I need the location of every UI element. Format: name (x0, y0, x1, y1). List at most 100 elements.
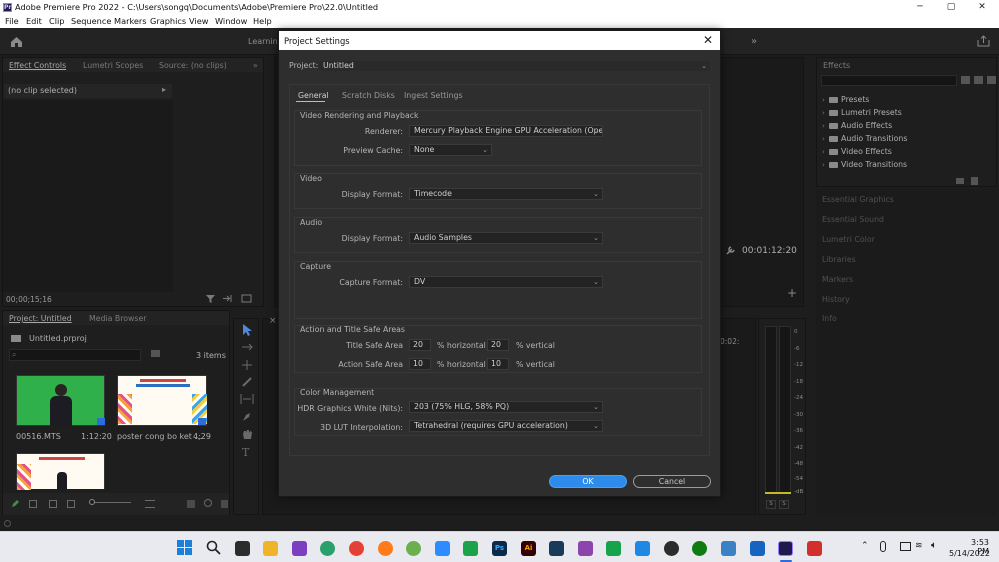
app-icon-violet[interactable] (578, 541, 593, 556)
tab-media-browser[interactable]: Media Browser (89, 314, 147, 323)
display-icon[interactable] (900, 542, 911, 551)
menu-edit[interactable]: Edit (26, 16, 42, 26)
tab-lumetri-scopes[interactable]: Lumetri Scopes (83, 61, 143, 70)
wifi-icon[interactable]: ≋ (915, 541, 923, 551)
effects-item-video-transitions[interactable]: › Video Transitions (822, 160, 907, 169)
effects-item-presets[interactable]: › Presets (822, 95, 869, 104)
new-bin-icon[interactable] (151, 350, 160, 357)
panel-essential-sound[interactable]: Essential Sound (822, 215, 884, 224)
task-view-icon[interactable] (235, 541, 250, 556)
selection-tool-icon[interactable] (242, 324, 252, 336)
yuv-effects-icon[interactable] (987, 76, 996, 84)
panel-essential-graphics[interactable]: Essential Graphics (822, 195, 894, 204)
meter-solo-left-button[interactable]: S (766, 500, 776, 509)
effects-panel-title[interactable]: Effects (823, 61, 850, 70)
clip-selector[interactable]: (no clip selected) ▸ (4, 84, 172, 98)
menu-graphics[interactable]: Graphics (150, 16, 186, 26)
effects-item-audio-effects[interactable]: › Audio Effects (822, 121, 892, 130)
app-icon-bright-green[interactable] (606, 541, 621, 556)
effects-search-input[interactable] (821, 75, 957, 86)
edge-icon[interactable] (320, 541, 335, 556)
capture-format-dropdown[interactable]: DV ⌄ (409, 276, 603, 288)
share-icon[interactable] (977, 35, 990, 47)
dialog-close-button[interactable]: ✕ (700, 32, 716, 48)
meter-solo-right-button[interactable]: S (779, 500, 789, 509)
app-icon-navy[interactable] (549, 541, 564, 556)
audio-display-format-dropdown[interactable]: Audio Samples ⌄ (409, 232, 603, 244)
renderer-dropdown[interactable]: Mercury Playback Engine GPU Acceleration… (409, 125, 603, 137)
panel-lumetri-color[interactable]: Lumetri Color (822, 235, 875, 244)
clip-thumbnail-video[interactable] (16, 375, 105, 426)
pen-tool-icon[interactable] (241, 412, 253, 422)
panel-info[interactable]: Info (822, 314, 837, 323)
panel-history[interactable]: History (822, 295, 850, 304)
timeline-close-icon[interactable]: × (269, 316, 277, 326)
app-icon-check[interactable] (635, 541, 650, 556)
track-select-tool-icon[interactable] (241, 342, 253, 352)
tab-general[interactable]: General (298, 91, 329, 100)
file-explorer-icon[interactable] (263, 541, 278, 556)
pencil-icon[interactable] (11, 500, 19, 508)
new-item-icon[interactable] (187, 500, 195, 508)
xbox-icon[interactable] (692, 541, 707, 556)
search-icon[interactable] (206, 540, 221, 555)
app-icon-phone[interactable] (463, 541, 478, 556)
home-icon[interactable] (10, 36, 23, 47)
lut-interpolation-dropdown[interactable]: Tetrahedral (requires GPU acceleration) … (409, 420, 603, 432)
project-search-input[interactable]: ⌕ (9, 349, 141, 361)
settings-icon[interactable] (241, 294, 252, 303)
tray-overflow-icon[interactable]: ⌃ (861, 541, 869, 551)
export-frame-icon[interactable] (223, 294, 234, 303)
panel-more-icon[interactable]: » (253, 61, 258, 70)
premiere-taskbar-icon[interactable] (778, 541, 793, 556)
illustrator-icon[interactable]: Ai (521, 541, 536, 556)
close-window-button[interactable]: ✕ (967, 1, 997, 14)
workspace-more[interactable]: » (751, 36, 757, 47)
maximize-button[interactable]: ▢ (936, 1, 966, 14)
menu-file[interactable]: File (5, 16, 19, 26)
effects-item-lumetri-presets[interactable]: › Lumetri Presets (822, 108, 902, 117)
minimize-button[interactable]: ─ (905, 1, 935, 14)
app-icon-red[interactable] (807, 541, 822, 556)
menu-clip[interactable]: Clip (49, 16, 64, 26)
list-view-icon[interactable] (29, 500, 37, 508)
type-tool-icon[interactable]: T (242, 446, 249, 459)
panel-markers[interactable]: Markers (822, 275, 853, 284)
tab-scratch-disks[interactable]: Scratch Disks (342, 91, 395, 100)
add-button-icon[interactable]: + (787, 286, 797, 300)
chrome-icon[interactable] (349, 541, 364, 556)
sort-icon[interactable] (145, 500, 155, 508)
icon-view-icon[interactable] (49, 500, 57, 508)
tab-ingest-settings[interactable]: Ingest Settings (404, 91, 463, 100)
preview-cache-dropdown[interactable]: None ⌄ (409, 144, 492, 156)
menu-view[interactable]: View (189, 16, 208, 26)
32bit-effects-icon[interactable] (974, 76, 983, 84)
action-safe-vertical-input[interactable]: 10 (487, 358, 509, 370)
clip-thumbnail-poster[interactable] (117, 375, 207, 426)
accelerated-effects-icon[interactable] (961, 76, 970, 84)
tab-effect-controls[interactable]: Effect Controls (9, 61, 66, 70)
microphone-icon[interactable] (880, 541, 886, 552)
title-safe-horizontal-input[interactable]: 20 (409, 339, 431, 351)
zoom-slider[interactable] (91, 502, 131, 503)
title-safe-vertical-input[interactable]: 20 (487, 339, 509, 351)
clip-thumbnail-sequence[interactable] (16, 453, 105, 490)
menu-help[interactable]: Help (253, 16, 272, 26)
zoom-icon[interactable] (435, 541, 450, 556)
trash-icon[interactable] (221, 500, 228, 508)
app-icon-photos[interactable] (721, 541, 736, 556)
wrench-icon[interactable] (726, 245, 736, 255)
app-icon-fox[interactable] (664, 541, 679, 556)
hdr-graphics-white-dropdown[interactable]: 203 (75% HLG, 58% PQ) ⌄ (409, 401, 603, 413)
taskbar-clock-date[interactable]: 5/14/2022 (949, 549, 990, 558)
tab-project[interactable]: Project: Untitled (9, 314, 72, 323)
menu-window[interactable]: Window (215, 16, 247, 26)
cancel-button[interactable]: Cancel (633, 475, 711, 488)
trash-icon[interactable] (971, 177, 978, 185)
ok-button[interactable]: OK (549, 475, 627, 488)
firefox-icon[interactable] (378, 541, 393, 556)
razor-tool-icon[interactable] (241, 377, 253, 387)
tab-source[interactable]: Source: (no clips) (159, 61, 227, 70)
freeform-view-icon[interactable] (67, 500, 75, 508)
action-safe-horizontal-input[interactable]: 10 (409, 358, 431, 370)
